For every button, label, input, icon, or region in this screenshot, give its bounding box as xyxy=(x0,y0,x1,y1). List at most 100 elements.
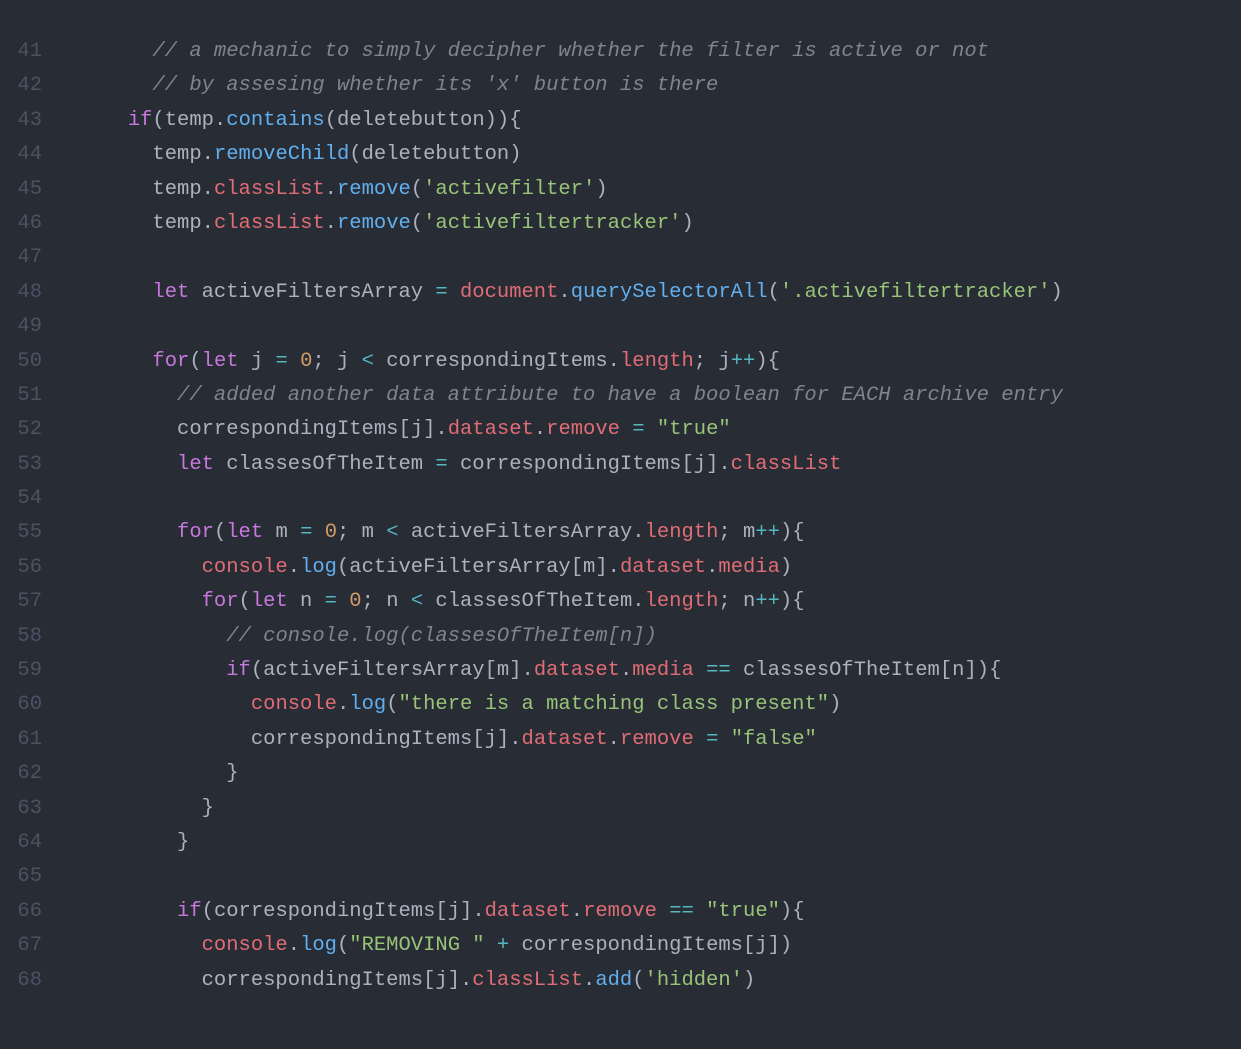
token: . xyxy=(288,556,300,579)
token: m xyxy=(362,521,387,544)
line-number: 48 xyxy=(0,276,42,310)
code-line[interactable]: for(let m = 0; m < activeFiltersArray.le… xyxy=(54,516,1241,550)
code-line[interactable]: let classesOfTheItem = correspondingItem… xyxy=(54,448,1241,482)
token: remove xyxy=(546,418,620,441)
token: classList xyxy=(731,453,842,476)
code-area[interactable]: // a mechanic to simply decipher whether… xyxy=(54,35,1241,1049)
code-line[interactable] xyxy=(54,241,1241,275)
token: 'activefilter' xyxy=(423,178,595,201)
token: } xyxy=(177,831,189,854)
token: m xyxy=(743,521,755,544)
token: log xyxy=(349,693,386,716)
code-line[interactable]: temp.classList.remove('activefilter') xyxy=(54,173,1241,207)
token: . xyxy=(583,969,595,992)
token: 'hidden' xyxy=(645,969,743,992)
line-number: 41 xyxy=(0,35,42,69)
code-line[interactable]: } xyxy=(54,757,1241,791)
token: ; xyxy=(337,521,362,544)
token: ]. xyxy=(423,418,448,441)
line-number: 60 xyxy=(0,688,42,722)
token: temp xyxy=(152,178,201,201)
line-number: 45 xyxy=(0,173,42,207)
token: ){ xyxy=(780,590,805,613)
token: ( xyxy=(411,212,423,235)
token: for xyxy=(177,521,214,544)
token: . xyxy=(325,178,337,201)
code-line[interactable]: console.log(activeFiltersArray[m].datase… xyxy=(54,551,1241,585)
code-line[interactable]: let activeFiltersArray = document.queryS… xyxy=(54,276,1241,310)
token: ; xyxy=(312,350,337,373)
token: . xyxy=(288,934,300,957)
code-line[interactable] xyxy=(54,860,1241,894)
token: "there is a matching class present" xyxy=(399,693,830,716)
line-number: 42 xyxy=(0,69,42,103)
token: j xyxy=(337,350,362,373)
token: ){ xyxy=(755,350,780,373)
token: temp xyxy=(152,212,201,235)
token: ]. xyxy=(448,969,473,992)
token: classList xyxy=(214,178,325,201)
token: if xyxy=(226,659,251,682)
code-line[interactable]: // added another data attribute to have … xyxy=(54,379,1241,413)
token: == xyxy=(669,900,694,923)
token: ( xyxy=(411,178,423,201)
code-line[interactable] xyxy=(54,310,1241,344)
code-line[interactable]: // a mechanic to simply decipher whether… xyxy=(54,35,1241,69)
token: '.activefiltertracker' xyxy=(780,281,1051,304)
token: dataset xyxy=(485,900,571,923)
token: ) xyxy=(509,143,521,166)
token: j xyxy=(411,418,423,441)
token: media xyxy=(718,556,780,579)
token: // by assesing whether its 'x' button is… xyxy=(152,74,718,97)
token: . xyxy=(202,143,214,166)
token: m xyxy=(497,659,509,682)
token xyxy=(448,281,460,304)
code-line[interactable]: correspondingItems[j].dataset.remove = "… xyxy=(54,723,1241,757)
token: ]. xyxy=(497,728,522,751)
code-line[interactable]: for(let j = 0; j < correspondingItems.le… xyxy=(54,345,1241,379)
token: length xyxy=(645,590,719,613)
code-line[interactable]: // by assesing whether its 'x' button is… xyxy=(54,69,1241,103)
token: if xyxy=(128,109,153,132)
token: dataset xyxy=(448,418,534,441)
token: ( xyxy=(325,109,337,132)
code-line[interactable]: correspondingItems[j].dataset.remove = "… xyxy=(54,413,1241,447)
code-line[interactable]: correspondingItems[j].classList.add('hid… xyxy=(54,964,1241,998)
token: length xyxy=(620,350,694,373)
token: . xyxy=(632,590,644,613)
token: contains xyxy=(226,109,324,132)
code-line[interactable] xyxy=(54,482,1241,516)
code-line[interactable]: for(let n = 0; n < classesOfTheItem.leng… xyxy=(54,585,1241,619)
token: let xyxy=(251,590,288,613)
token: ; xyxy=(718,521,743,544)
code-line[interactable]: console.log("there is a matching class p… xyxy=(54,688,1241,722)
code-line[interactable]: // console.log(classesOfTheItem[n]) xyxy=(54,620,1241,654)
line-number: 43 xyxy=(0,104,42,138)
token: let xyxy=(226,521,263,544)
token: ]) xyxy=(768,934,793,957)
code-line[interactable]: } xyxy=(54,826,1241,860)
code-line[interactable]: if(temp.contains(deletebutton)){ xyxy=(54,104,1241,138)
token: log xyxy=(300,556,337,579)
token: < xyxy=(411,590,423,613)
token: deletebutton xyxy=(337,109,485,132)
token: ]){ xyxy=(964,659,1001,682)
token: . xyxy=(706,556,718,579)
code-line[interactable]: if(activeFiltersArray[m].dataset.media =… xyxy=(54,654,1241,688)
token: . xyxy=(337,693,349,716)
code-editor[interactable]: 4142434445464748495051525354555657585960… xyxy=(0,0,1241,1049)
token: . xyxy=(325,212,337,235)
token: = xyxy=(325,590,337,613)
token: ) xyxy=(1051,281,1063,304)
code-line[interactable]: console.log("REMOVING " + correspondingI… xyxy=(54,929,1241,963)
code-line[interactable]: if(correspondingItems[j].dataset.remove … xyxy=(54,895,1241,929)
code-line[interactable]: } xyxy=(54,792,1241,826)
token: [ xyxy=(423,969,435,992)
line-number: 62 xyxy=(0,757,42,791)
token: for xyxy=(202,590,239,613)
token: < xyxy=(362,350,374,373)
token: j xyxy=(448,900,460,923)
code-line[interactable]: temp.removeChild(deletebutton) xyxy=(54,138,1241,172)
line-number: 46 xyxy=(0,207,42,241)
code-line[interactable]: temp.classList.remove('activefiltertrack… xyxy=(54,207,1241,241)
